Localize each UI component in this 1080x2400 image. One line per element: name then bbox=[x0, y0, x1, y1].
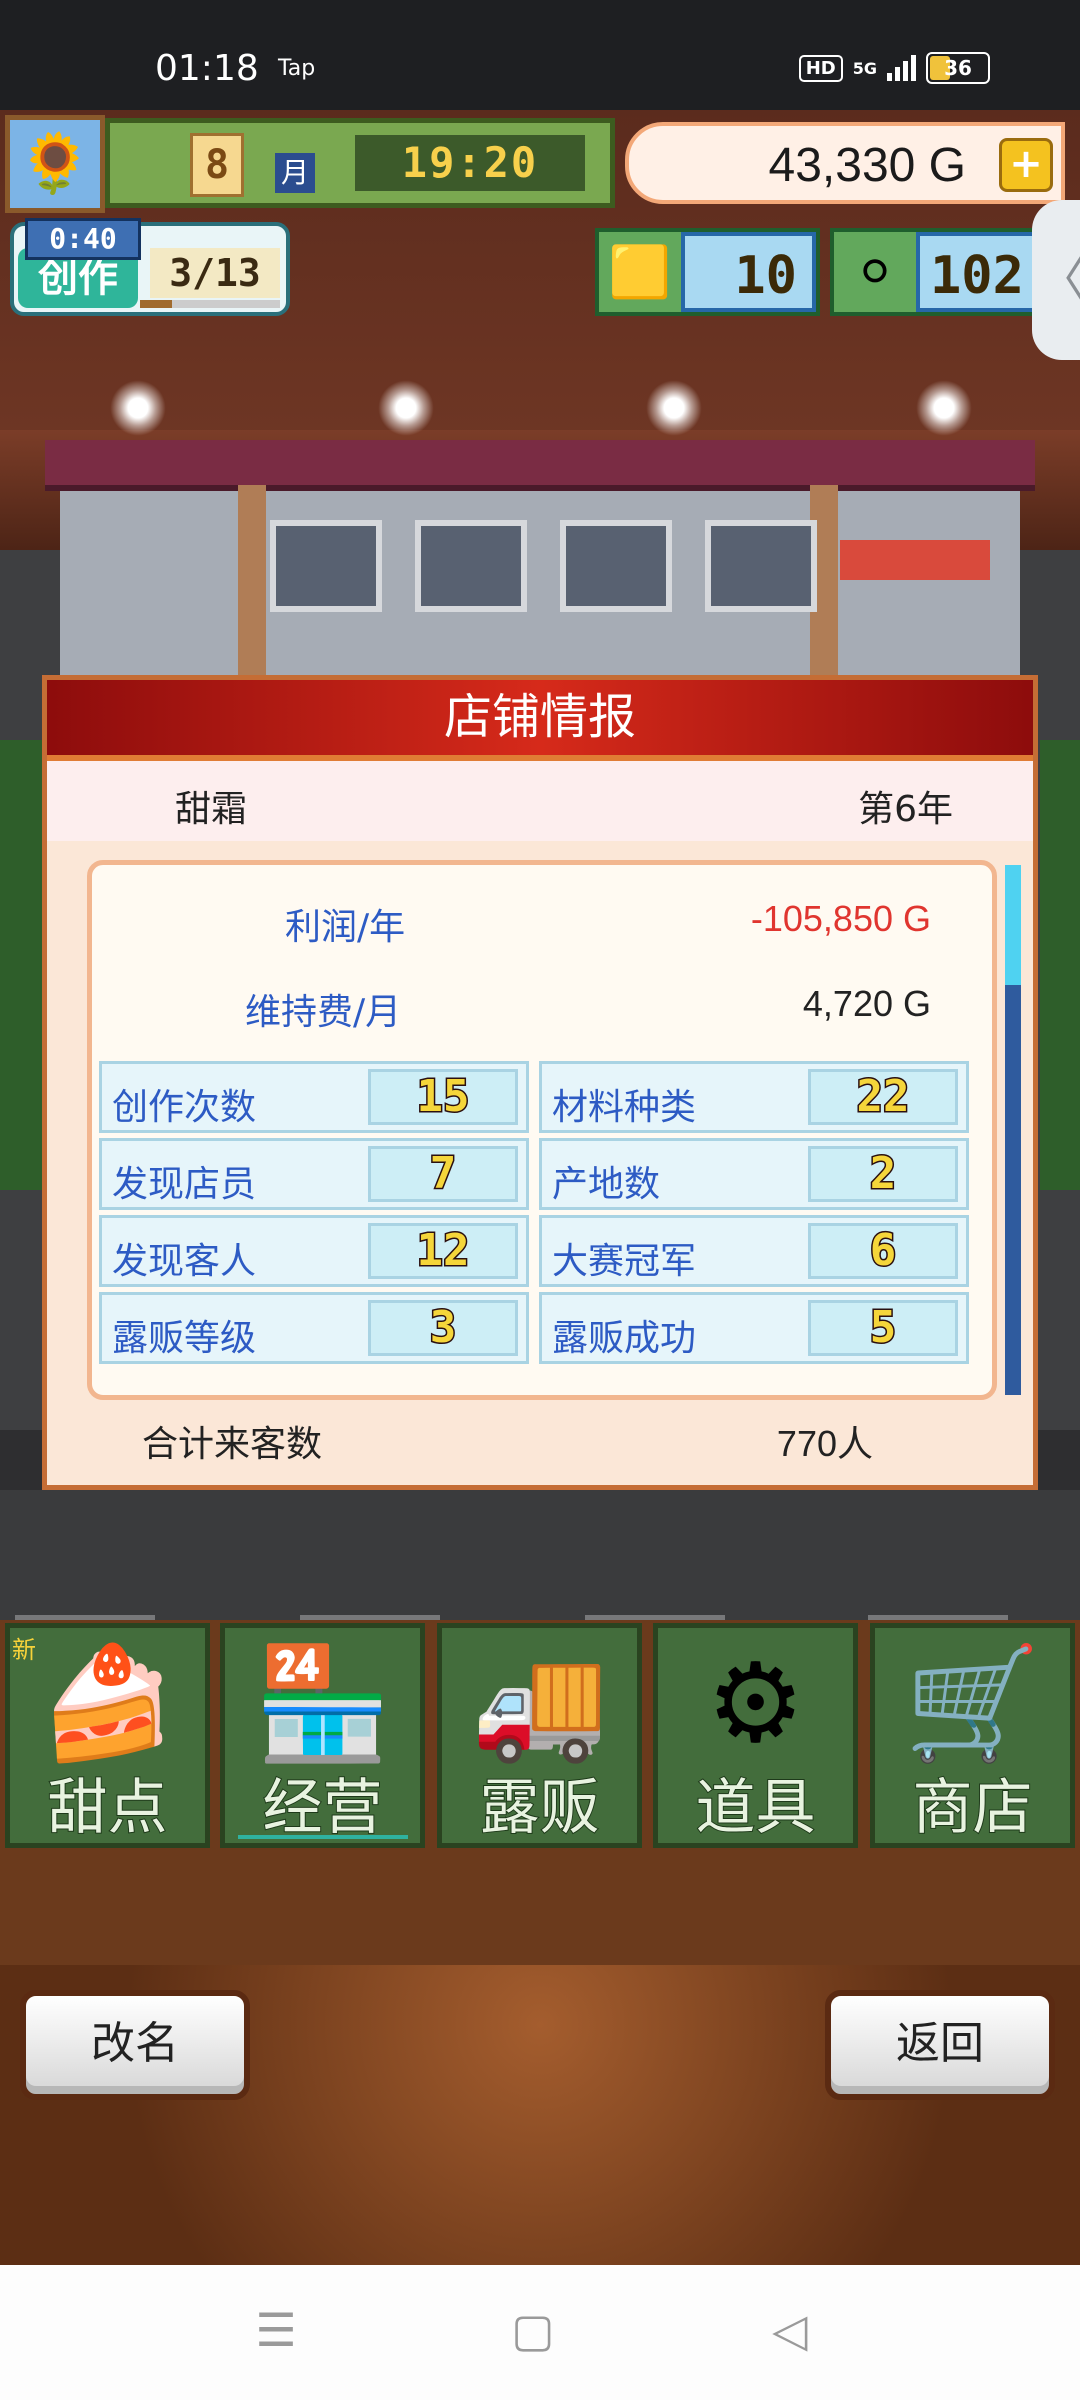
total-visitors-label: 合计来客数 bbox=[142, 1424, 323, 1465]
rename-button[interactable]: 改名 bbox=[20, 1990, 250, 2100]
cake-icon: 🍰 bbox=[39, 1639, 176, 1767]
lamp-icon bbox=[916, 380, 972, 436]
add-money-button[interactable]: + bbox=[999, 138, 1053, 192]
cart-icon: 🛒 bbox=[904, 1639, 1041, 1767]
hd-icon: HD bbox=[798, 54, 843, 82]
gear-bag-icon: ⚙ bbox=[706, 1639, 805, 1767]
profit-value: -105,850 G bbox=[750, 898, 931, 939]
stat-cell: 发现店员 7 bbox=[99, 1138, 529, 1210]
shop-info-panel: 店铺情报 甜霜 第6年 利润/年 -105,850 G 维持费/月 4,720 … bbox=[42, 675, 1038, 1490]
month-number: 8 bbox=[190, 133, 244, 197]
calendar-flower-button[interactable]: 🌻 bbox=[5, 115, 105, 213]
network-label: 5G bbox=[852, 58, 877, 78]
stats-grid: 创作次数 15 材料种类 22 发现店员 7 产地数 2 发现客人 12 大赛冠军 6 露贩… bbox=[99, 1061, 975, 1367]
shop-icon: 🏪 bbox=[254, 1639, 391, 1767]
month-label: 月 bbox=[275, 153, 315, 193]
home-icon[interactable]: ▢ bbox=[503, 2300, 563, 2360]
create-count: 3/13 bbox=[150, 248, 280, 298]
lamp-icon bbox=[110, 380, 166, 436]
panel-title: 店铺情报 bbox=[47, 680, 1033, 761]
nav-items-button[interactable]: ⚙ 道具 bbox=[653, 1623, 858, 1848]
battery-icon: 36 bbox=[926, 52, 990, 84]
shop-oven bbox=[705, 520, 817, 612]
status-carrier-tag: Tap bbox=[278, 56, 316, 81]
scroll-thumb[interactable] bbox=[1005, 865, 1021, 985]
gold-bar-count: 10 bbox=[681, 232, 816, 312]
side-drawer-tab[interactable]: 〈 bbox=[1032, 200, 1080, 360]
nav-manage-button[interactable]: 🏪 经营 bbox=[220, 1623, 425, 1848]
profit-label: 利润/年 bbox=[285, 907, 406, 948]
sunflower-icon: 🌻 bbox=[18, 129, 92, 197]
stat-cell: 露贩成功 5 bbox=[539, 1292, 969, 1364]
stat-cell: 发现客人 12 bbox=[99, 1215, 529, 1287]
status-time: 01:18 bbox=[155, 48, 259, 89]
nav-label: 道具 bbox=[695, 1773, 817, 1843]
stat-cell: 创作次数 15 bbox=[99, 1061, 529, 1133]
stat-cell: 露贩等级 3 bbox=[99, 1292, 529, 1364]
shop-name: 甜霜 bbox=[175, 789, 248, 830]
food-truck-icon: 🚚 bbox=[471, 1639, 608, 1767]
money-amount: 43,330 G bbox=[768, 139, 966, 192]
nav-label: 露贩 bbox=[479, 1773, 601, 1843]
new-badge: 新 bbox=[12, 1636, 36, 1664]
shop-oven bbox=[270, 520, 382, 612]
back-icon[interactable]: ◁ bbox=[760, 2300, 820, 2360]
money-panel: 43,330 G + bbox=[625, 122, 1065, 204]
shop-oven bbox=[560, 520, 672, 612]
medal-icon: ⚪ bbox=[834, 232, 916, 312]
game-clock: 19:20 bbox=[355, 135, 585, 191]
stat-cell: 大赛冠军 6 bbox=[539, 1215, 969, 1287]
shop-sign bbox=[840, 540, 990, 580]
shop-year: 第6年 bbox=[858, 789, 953, 830]
gold-bar-icon: 🟨 bbox=[599, 232, 681, 312]
nav-label: 经营 bbox=[262, 1773, 384, 1843]
nav-label: 甜点 bbox=[47, 1773, 169, 1843]
gold-bar-counter[interactable]: 🟨 10 bbox=[595, 228, 820, 316]
street-tree bbox=[1040, 740, 1080, 1190]
status-bar: 01:18 Tap HD 5G 36 bbox=[0, 0, 1080, 110]
lamp-icon bbox=[646, 380, 702, 436]
create-timer: 0:40 bbox=[25, 218, 141, 260]
create-progress-bar bbox=[140, 300, 280, 308]
nav-store-button[interactable]: 🛒 商店 bbox=[870, 1623, 1075, 1848]
nav-stall-button[interactable]: 🚚 露贩 bbox=[437, 1623, 642, 1848]
signal-icon bbox=[887, 55, 916, 81]
lamp-icon bbox=[378, 380, 434, 436]
back-button[interactable]: 返回 bbox=[825, 1990, 1055, 2100]
total-visitors-value: 770人 bbox=[776, 1423, 873, 1464]
date-time-panel: 8 月 19:20 bbox=[105, 118, 615, 208]
stat-cell: 材料种类 22 bbox=[539, 1061, 969, 1133]
menu-icon[interactable]: ☰ bbox=[246, 2300, 306, 2360]
shop-oven bbox=[415, 520, 527, 612]
maintenance-label: 维持费/月 bbox=[245, 992, 402, 1033]
maintenance-value: 4,720 G bbox=[802, 983, 931, 1024]
nav-label: 商店 bbox=[912, 1773, 1034, 1843]
status-icons: HD 5G 36 bbox=[798, 52, 990, 84]
selected-underline bbox=[238, 1835, 408, 1839]
panel-scrollbar[interactable] bbox=[1005, 865, 1021, 1395]
stat-cell: 产地数 2 bbox=[539, 1138, 969, 1210]
shop-awning bbox=[45, 440, 1035, 491]
